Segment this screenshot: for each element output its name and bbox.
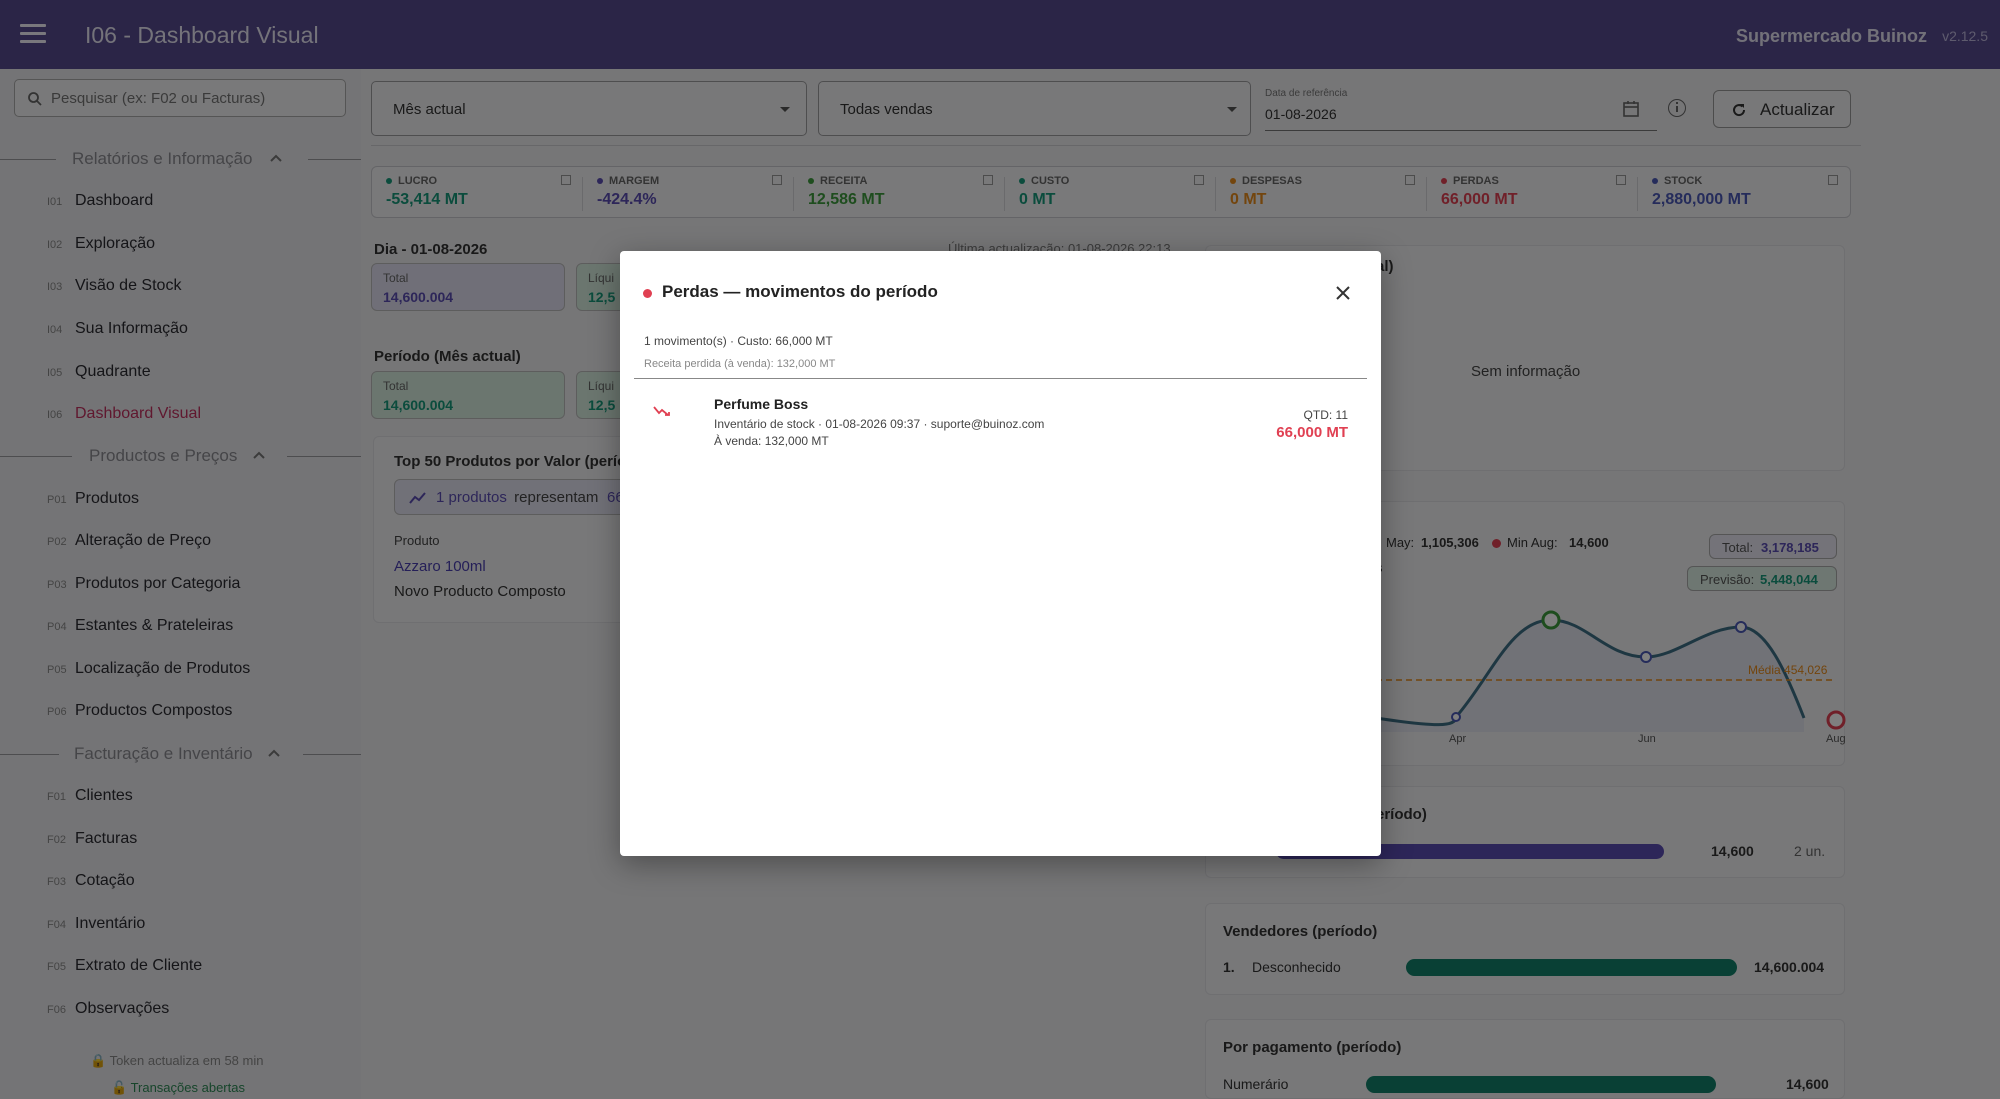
loss-item-detail: Inventário de stock · 01-08-2026 09:37 ·… [714, 417, 1045, 431]
loss-item-cost: 66,000 MT [1276, 424, 1348, 441]
dialog-summary: 1 movimento(s) · Custo: 66,000 MT [644, 334, 833, 348]
loss-item-sale: À venda: 132,000 MT [714, 434, 829, 448]
close-icon[interactable] [1335, 285, 1351, 301]
lost-revenue: Receita perdida (à venda): 132,000 MT [644, 358, 836, 370]
status-dot [643, 289, 652, 298]
loss-item-qty: QTD: 11 [1303, 408, 1348, 422]
dialog-title: Perdas — movimentos do período [662, 282, 938, 301]
loss-item-name: Perfume Boss [714, 396, 809, 412]
losses-dialog: Perdas — movimentos do período 1 movimen… [620, 251, 1381, 856]
trending-down-icon [653, 406, 670, 416]
divider [634, 378, 1367, 379]
